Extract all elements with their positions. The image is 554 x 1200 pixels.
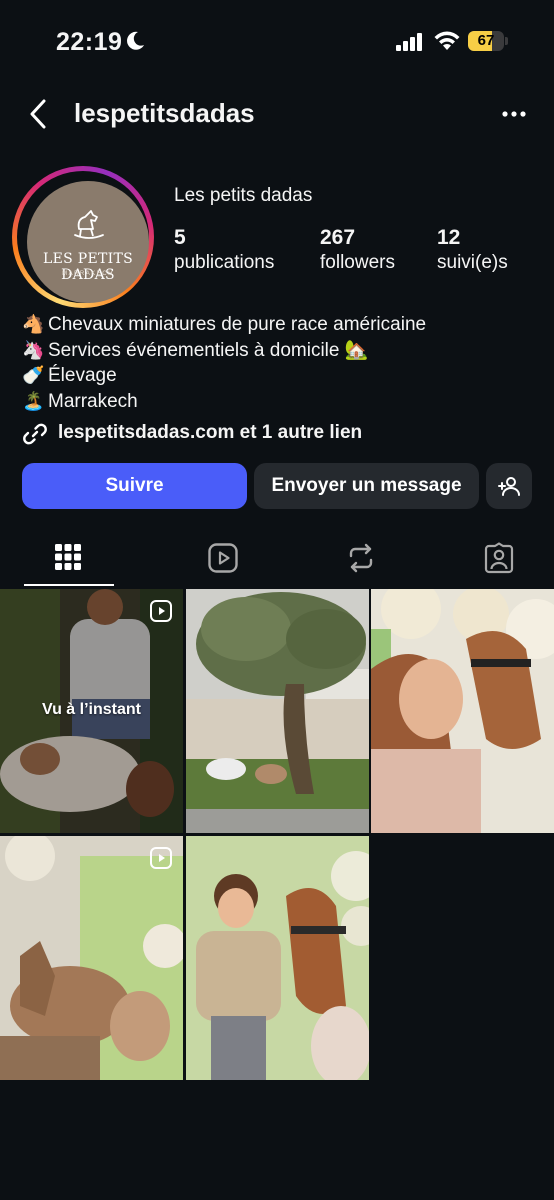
post-thumbnail[interactable]: Vu à l’instant (0, 589, 183, 833)
tab-posts[interactable] (0, 528, 138, 588)
post-thumbnail[interactable] (186, 836, 369, 1080)
post-thumbnail[interactable] (186, 589, 369, 833)
signal-icon (396, 33, 422, 51)
post-thumbnail[interactable] (0, 836, 183, 1080)
baby-bottle-emoji-icon: 🍼 (22, 365, 45, 385)
story-ring[interactable]: LES PETITS DADAS MARRAKECH (12, 166, 154, 308)
stat-publications[interactable]: 5 publications (174, 226, 274, 274)
status-time: 22:19 (56, 28, 123, 56)
bio-line: 🐴 Chevaux miniatures de pure race américa… (22, 312, 542, 338)
bio-text: Chevaux miniatures de pure race américai… (48, 314, 427, 335)
reel-badge-icon (150, 847, 172, 869)
bio-text: Marrakech (48, 390, 138, 412)
stat-value: 12 (437, 226, 461, 249)
tab-tagged[interactable] (430, 528, 554, 588)
profile-tabs (0, 528, 554, 588)
stat-value: 267 (320, 226, 356, 249)
island-emoji-icon: 🏝️ (22, 390, 45, 411)
reels-icon (208, 543, 238, 573)
stat-followers[interactable]: 267 followers (320, 226, 395, 274)
back-icon[interactable] (26, 96, 52, 132)
wifi-icon (434, 31, 460, 50)
status-bar: 22:19 67 (0, 0, 554, 84)
link-text[interactable]: lespetitsdadas.com et 1 autre lien (58, 422, 362, 444)
add-person-icon (498, 477, 520, 496)
grid-icon (55, 544, 81, 570)
header-username: lespetitsdadas (74, 98, 255, 128)
unicorn-emoji-icon: 🦄 (22, 339, 45, 360)
stat-following[interactable]: 12 suivi(e)s (437, 226, 508, 274)
post-image (371, 589, 554, 833)
stat-value: 5 (174, 226, 186, 249)
active-tab-indicator (24, 584, 114, 586)
moon-icon (127, 31, 144, 50)
link-icon (23, 423, 47, 445)
tab-reposts[interactable] (292, 528, 430, 588)
stat-label: publications (174, 252, 275, 273)
battery-indicator: 67 (468, 31, 508, 51)
tab-reels[interactable] (154, 528, 292, 588)
more-options-icon[interactable] (500, 104, 528, 124)
bio-line: 🦄 Services événementiels à domicile 🏡 (22, 338, 542, 364)
post-overlay-text: Vu à l’instant (42, 701, 141, 718)
avatar-subtitle: MARRAKECH (62, 271, 114, 277)
repost-icon (349, 543, 373, 573)
follow-button[interactable]: Suivre (22, 463, 247, 509)
stat-label: suivi(e)s (437, 252, 508, 273)
profile-bio: 🐴 Chevaux miniatures de pure race américa… (22, 312, 542, 414)
post-thumbnail[interactable] (371, 589, 554, 833)
battery-level: 67 (477, 32, 495, 49)
stat-label: followers (320, 252, 395, 273)
horse-emoji-icon: 🐴 (22, 314, 45, 334)
post-image (0, 836, 183, 1080)
post-image (186, 836, 369, 1080)
bio-line: 🍼 Élevage (22, 363, 542, 389)
bio-text: Services événementiels à domicile 🏡 (48, 339, 369, 361)
suggest-user-button[interactable] (486, 463, 532, 509)
tagged-person-icon (484, 542, 514, 574)
reel-badge-icon (150, 600, 172, 622)
display-name: Les petits dadas (174, 185, 313, 206)
rocking-horse-icon (74, 210, 104, 239)
message-button[interactable]: Envoyer un message (254, 463, 479, 509)
avatar-title: LES PETITS DADAS (43, 251, 133, 283)
bio-text: Élevage (48, 365, 117, 386)
post-image (186, 589, 369, 833)
bio-line: 🏝️ Marrakech (22, 389, 542, 415)
avatar: LES PETITS DADAS MARRAKECH (27, 181, 149, 303)
